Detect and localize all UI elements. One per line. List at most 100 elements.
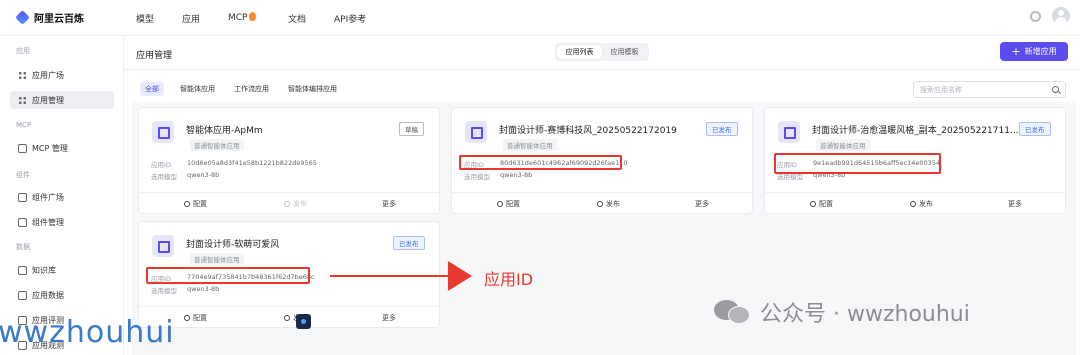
annotation-arrow-shaft bbox=[330, 275, 450, 277]
nav-item-models[interactable]: 模型 bbox=[136, 12, 154, 25]
highlight-box bbox=[146, 267, 310, 284]
more-button[interactable]: 更多 bbox=[382, 313, 396, 323]
grid-icon bbox=[18, 70, 27, 80]
configure-label: 配置 bbox=[819, 200, 833, 208]
floating-assistant-icon[interactable] bbox=[296, 314, 311, 329]
chart-icon bbox=[18, 290, 27, 300]
sidebar-item-label: 应用数据 bbox=[32, 290, 64, 300]
page-title: 应用管理 bbox=[136, 51, 173, 61]
divider bbox=[452, 192, 752, 193]
annotation-arrow-head bbox=[448, 261, 472, 291]
sidebar: 应用 应用广场 应用管理 MCP MCP 管理 组件 组件广场 组件管理 数据 … bbox=[0, 36, 124, 355]
sidebar-item-label: 知识库 bbox=[32, 265, 56, 275]
gear-icon bbox=[810, 201, 816, 207]
new-app-label: 新增应用 bbox=[1024, 47, 1057, 56]
sidebar-item-component-management[interactable]: 组件管理 bbox=[10, 213, 114, 231]
publish-button[interactable]: 发布 bbox=[597, 199, 620, 209]
app-id-value: 10d6e05a8d3f41e58b1221b822de9565 bbox=[187, 159, 317, 167]
nav-item-mcp-label: MCP bbox=[228, 13, 248, 23]
configure-button[interactable]: 配置 bbox=[497, 199, 520, 209]
sidebar-item-knowledge-base[interactable]: 知识库 bbox=[10, 261, 114, 279]
app-title: 封面设计师-治愈温暖风格_副本_202505221711... bbox=[812, 126, 1019, 136]
status-badge: 已发布 bbox=[393, 236, 425, 250]
app-type-tag: 普通智能体应用 bbox=[503, 139, 557, 151]
model-value: qwen3-8b bbox=[187, 285, 220, 293]
settings-gear-icon[interactable] bbox=[1030, 11, 1041, 22]
sidebar-item-app-management[interactable]: 应用管理 bbox=[10, 91, 114, 109]
more-button[interactable]: 更多 bbox=[382, 199, 396, 209]
more-button[interactable]: 更多 bbox=[1008, 199, 1022, 209]
configure-label: 配置 bbox=[193, 200, 207, 208]
plus-icon: + bbox=[1011, 45, 1021, 58]
configure-button[interactable]: 配置 bbox=[184, 313, 207, 323]
app-icon bbox=[778, 121, 800, 143]
publish-button[interactable]: 发布 bbox=[910, 199, 933, 209]
app-title: 封面设计师-赛博科技风_20250522172019 bbox=[499, 126, 677, 136]
publish-icon bbox=[284, 315, 290, 321]
watermark-text: wwzhouhui bbox=[0, 315, 175, 350]
publish-label: 发布 bbox=[293, 200, 307, 208]
nav-item-apps[interactable]: 应用 bbox=[182, 12, 200, 25]
filter-agent-apps[interactable]: 智能体应用 bbox=[180, 82, 215, 96]
view-toggle: 应用列表 应用模板 bbox=[555, 43, 649, 61]
configure-label: 配置 bbox=[193, 314, 207, 322]
sidebar-item-component-square[interactable]: 组件广场 bbox=[10, 188, 114, 206]
brand-logo[interactable]: 阿里云百炼 bbox=[15, 10, 84, 25]
tab-app-templates[interactable]: 应用模板 bbox=[602, 45, 647, 59]
sidebar-item-mcp-management[interactable]: MCP 管理 bbox=[10, 139, 114, 157]
configure-label: 配置 bbox=[506, 200, 520, 208]
sidebar-section-mcp: MCP bbox=[16, 121, 32, 129]
new-app-button[interactable]: + 新增应用 bbox=[1000, 42, 1068, 61]
app-card[interactable]: 封面设计师-治愈温暖风格_副本_202505221711... 已发布 普通智能… bbox=[764, 107, 1066, 214]
annotation-label: 应用ID bbox=[484, 270, 534, 289]
sidebar-item-label: 组件广场 bbox=[32, 192, 64, 202]
book-icon bbox=[18, 265, 27, 275]
filter-workflow-apps[interactable]: 工作流应用 bbox=[234, 82, 269, 96]
filter-all[interactable]: 全部 bbox=[140, 82, 164, 96]
sidebar-item-label: 应用管理 bbox=[32, 95, 64, 105]
sidebar-section-apps: 应用 bbox=[16, 47, 30, 55]
app-title: 封面设计师-软萌可爱风 bbox=[186, 240, 280, 250]
component-icon bbox=[18, 192, 27, 202]
model-label: 选用模型 bbox=[151, 287, 177, 295]
filter-agent-orchestration-apps[interactable]: 智能体编排应用 bbox=[288, 82, 337, 96]
divider bbox=[139, 192, 439, 193]
app-type-tag: 普通智能体应用 bbox=[190, 139, 244, 151]
app-id-label: 应用ID bbox=[151, 161, 171, 169]
publish-label: 发布 bbox=[606, 200, 620, 208]
sidebar-item-label: 组件管理 bbox=[32, 217, 64, 227]
more-button[interactable]: 更多 bbox=[695, 199, 709, 209]
gear-icon bbox=[184, 201, 190, 207]
search-icon[interactable] bbox=[1052, 86, 1059, 93]
user-avatar[interactable] bbox=[1052, 7, 1070, 25]
sidebar-item-label: MCP 管理 bbox=[32, 143, 68, 153]
sidebar-item-label: 应用广场 bbox=[32, 70, 64, 80]
sidebar-section-components: 组件 bbox=[16, 171, 30, 179]
highlight-box bbox=[774, 153, 941, 174]
wechat-icon bbox=[714, 298, 752, 324]
flame-icon bbox=[249, 12, 257, 21]
sidebar-item-app-square[interactable]: 应用广场 bbox=[10, 66, 114, 84]
nav-item-api-ref[interactable]: API参考 bbox=[334, 12, 366, 25]
divider bbox=[765, 192, 1065, 193]
model-label: 选用模型 bbox=[151, 173, 177, 181]
grid-icon bbox=[18, 95, 27, 105]
search-input[interactable]: 搜索应用名称 bbox=[913, 81, 1066, 98]
app-card[interactable]: 封面设计师-赛博科技风_20250522172019 已发布 普通智能体应用 应… bbox=[451, 107, 753, 214]
app-icon bbox=[465, 121, 487, 143]
configure-button[interactable]: 配置 bbox=[810, 199, 833, 209]
publish-icon bbox=[597, 201, 603, 207]
search-placeholder: 搜索应用名称 bbox=[920, 85, 962, 94]
highlight-box bbox=[459, 155, 622, 170]
tab-app-list[interactable]: 应用列表 bbox=[557, 45, 602, 59]
brand-name: 阿里云百炼 bbox=[34, 14, 84, 25]
sidebar-item-app-data[interactable]: 应用数据 bbox=[10, 286, 114, 304]
nav-item-mcp[interactable]: MCP bbox=[228, 12, 257, 23]
publish-button[interactable]: 发布 bbox=[284, 199, 307, 209]
nav-item-docs[interactable]: 文档 bbox=[288, 12, 306, 25]
gear-icon bbox=[184, 315, 190, 321]
divider bbox=[124, 69, 1080, 70]
configure-button[interactable]: 配置 bbox=[184, 199, 207, 209]
publish-icon bbox=[284, 201, 290, 207]
app-card[interactable]: 智能体应用-ApMm 草稿 普通智能体应用 应用ID 10d6e05a8d3f4… bbox=[138, 107, 440, 214]
